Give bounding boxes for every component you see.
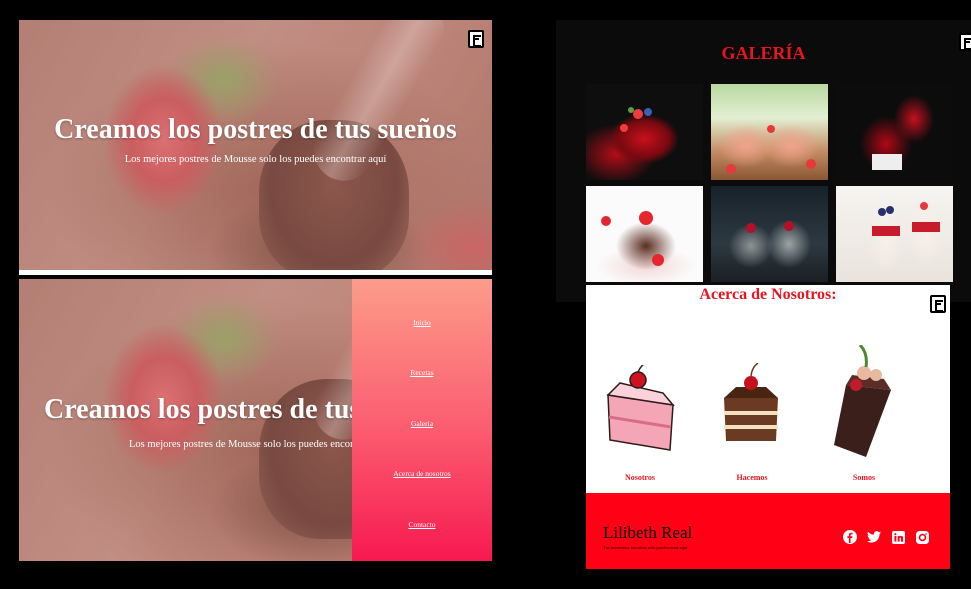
- hero-title: Creamos los postres de tus sueños: [54, 114, 457, 145]
- gallery-section: GALERÍA: [556, 20, 971, 302]
- card-label-somos[interactable]: Somos: [819, 473, 909, 482]
- menu-item-inicio[interactable]: Inicio: [352, 318, 492, 327]
- section-divider: [19, 270, 492, 275]
- pink-cake-image: [606, 365, 675, 451]
- about-title: Acerca de Nosotros:: [699, 286, 837, 303]
- hero-section: Creamos los postres de tus sueños Los me…: [19, 20, 492, 270]
- hero-section-menu-open: Creamos los postres de tus sueños Los me…: [19, 279, 492, 561]
- footer-tagline: Tus momentos favoritos solo puedes estar…: [603, 545, 688, 550]
- instagram-icon[interactable]: [914, 529, 930, 545]
- gallery-image-red-cupcakes[interactable]: [836, 84, 953, 180]
- menu-icon[interactable]: [930, 295, 946, 313]
- twitter-icon[interactable]: [866, 529, 882, 545]
- menu-item-recetas[interactable]: Recetas: [352, 368, 492, 377]
- footer-brand-name: Lilibeth Real: [603, 523, 693, 542]
- gallery-image-red-velvet-mini[interactable]: [586, 84, 703, 180]
- gallery-image-mousse-buckets[interactable]: [711, 186, 828, 282]
- menu-icon[interactable]: [468, 30, 484, 48]
- card-label-hacemos[interactable]: Hacemos: [707, 473, 797, 482]
- menu-item-contacto[interactable]: Contacto: [352, 520, 492, 529]
- menu-icon[interactable]: [959, 33, 971, 51]
- facebook-icon[interactable]: [842, 529, 858, 545]
- about-section: Acerca de Nosotros: Nosotros Hacemos Som…: [586, 285, 950, 569]
- gallery-image-strawberry-mousse-cups[interactable]: [711, 84, 828, 180]
- card-label-nosotros[interactable]: Nosotros: [595, 473, 685, 482]
- gallery-image-berry-parfaits[interactable]: [836, 186, 953, 282]
- gallery-title: GALERÍA: [721, 43, 806, 63]
- linkedin-icon[interactable]: [890, 529, 906, 545]
- gallery-image-chocolate-mousse-berries[interactable]: [586, 186, 703, 282]
- side-menu: Inicio Recetas Galeria Acerca de nosotro…: [352, 279, 492, 561]
- chocolate-cake-image: [724, 363, 778, 441]
- hero-subtitle: Los mejores postres de Mousse solo los p…: [124, 154, 387, 165]
- menu-item-acerca[interactable]: Acerca de nosotros: [352, 469, 492, 478]
- footer: Lilibeth Real Tus momentos favoritos sol…: [586, 493, 950, 569]
- menu-item-galeria[interactable]: Galeria: [352, 419, 492, 428]
- dark-chocolate-slice-image: [834, 345, 891, 457]
